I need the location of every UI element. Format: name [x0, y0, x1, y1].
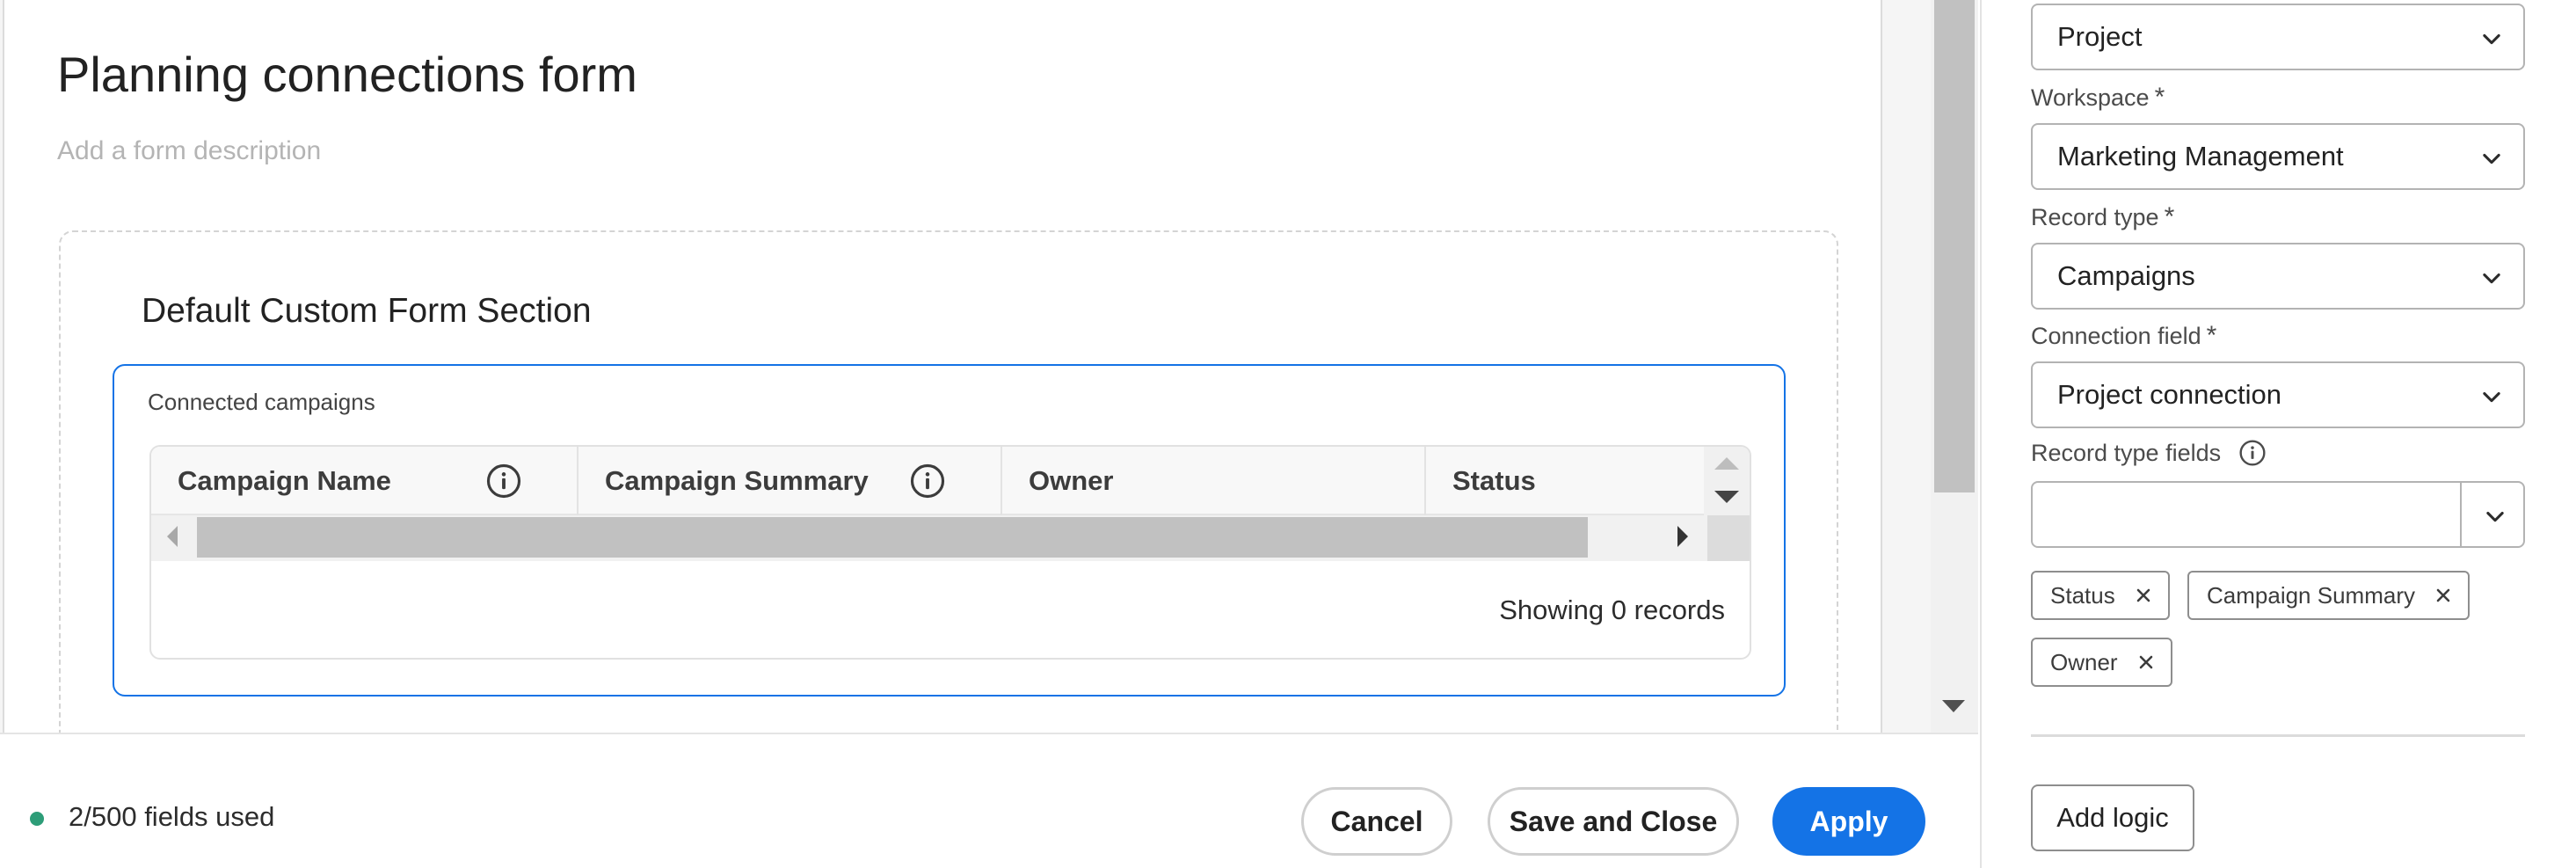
required-asterisk: * — [2154, 83, 2165, 112]
column-header-label: Campaign Name — [178, 465, 391, 496]
scroll-down-arrow-icon[interactable] — [1714, 491, 1739, 503]
field-properties-panel: Project Workspace * Marketing Management … — [1982, 0, 2576, 868]
label-text: Record type fields — [2031, 440, 2222, 466]
close-icon[interactable] — [2133, 585, 2154, 606]
scroll-up-arrow-icon[interactable] — [1714, 457, 1739, 470]
form-canvas: Planning connections form Add a form des… — [0, 0, 1978, 733]
column-header-label: Owner — [1029, 465, 1114, 496]
scrollbar-corner — [1707, 515, 1750, 561]
chevron-down-icon — [2483, 391, 2500, 403]
column-header-owner[interactable]: Owner — [1002, 447, 1426, 515]
close-icon[interactable] — [2136, 652, 2157, 673]
column-header-label: Status — [1452, 465, 1536, 496]
info-icon[interactable] — [2238, 439, 2267, 467]
select-value: Marketing Management — [2057, 141, 2344, 171]
connected-records-widget[interactable]: Connected campaigns Campaign Name Campai… — [113, 364, 1786, 697]
connection-field-label: Connection field * — [2031, 321, 2216, 351]
form-card: Planning connections form Add a form des… — [3, 0, 1882, 733]
tag-label: Owner — [2050, 648, 2118, 675]
form-section: Default Custom Form Section Connected ca… — [59, 230, 1838, 733]
records-count: Showing 0 records — [1499, 594, 1725, 625]
scroll-down-arrow-icon[interactable] — [1942, 700, 1965, 712]
workspace-label: Workspace * — [2031, 83, 2165, 113]
required-asterisk: * — [2206, 321, 2217, 350]
record-type-label: Record type * — [2031, 202, 2174, 232]
record-type-select[interactable]: Campaigns — [2031, 243, 2525, 310]
save-and-close-button[interactable]: Save and Close — [1488, 787, 1739, 856]
table-header: Campaign Name Campaign Summary Owner Sta… — [151, 447, 1707, 515]
chevron-down-icon[interactable] — [2483, 504, 2507, 529]
canvas-vertical-scrollbar[interactable] — [1931, 0, 1978, 733]
close-icon[interactable] — [2433, 585, 2454, 606]
required-asterisk: * — [2164, 202, 2175, 231]
table-horizontal-scrollbar[interactable] — [151, 515, 1750, 561]
label-text: Workspace — [2031, 84, 2150, 111]
form-title[interactable]: Planning connections form — [57, 46, 637, 103]
tag-label: Campaign Summary — [2207, 581, 2415, 609]
label-text: Record type — [2031, 204, 2159, 230]
object-type-select[interactable]: Project — [2031, 4, 2525, 70]
table-vertical-scrollbar[interactable] — [1704, 447, 1750, 515]
add-logic-button[interactable]: Add logic — [2031, 784, 2194, 851]
status-dot-icon — [30, 812, 44, 826]
connected-records-table: Campaign Name Campaign Summary Owner Sta… — [149, 445, 1751, 660]
chevron-down-icon — [2483, 153, 2500, 164]
column-header-campaign-summary[interactable]: Campaign Summary — [579, 447, 1002, 515]
select-value: Project connection — [2057, 379, 2282, 410]
section-title[interactable]: Default Custom Form Section — [142, 292, 592, 331]
record-type-fields-label: Record type fields — [2031, 440, 2267, 467]
info-icon[interactable] — [485, 463, 522, 500]
select-value: Project — [2057, 21, 2143, 52]
form-description-input[interactable]: Add a form description — [57, 136, 321, 166]
info-icon[interactable] — [909, 463, 946, 500]
scroll-left-arrow-icon[interactable] — [167, 526, 178, 547]
chevron-down-icon — [2483, 273, 2500, 284]
label-text: Connection field — [2031, 323, 2201, 349]
column-header-label: Campaign Summary — [605, 465, 869, 496]
widget-label: Connected campaigns — [148, 389, 375, 415]
workspace-select[interactable]: Marketing Management — [2031, 123, 2525, 190]
record-type-fields-combobox[interactable] — [2031, 481, 2525, 548]
scrollbar-thumb[interactable] — [1934, 0, 1975, 492]
scrollbar-thumb[interactable] — [197, 517, 1588, 558]
field-tag-owner: Owner — [2031, 638, 2172, 687]
column-header-status[interactable]: Status — [1426, 447, 1707, 515]
apply-button[interactable]: Apply — [1772, 787, 1925, 856]
form-footer: 2/500 fields used Cancel Save and Close … — [0, 733, 1978, 868]
connection-field-select[interactable]: Project connection — [2031, 361, 2525, 428]
chevron-down-icon — [2483, 33, 2500, 45]
field-tag-campaign-summary: Campaign Summary — [2187, 571, 2470, 620]
select-value: Campaigns — [2057, 260, 2195, 291]
cancel-button[interactable]: Cancel — [1301, 787, 1452, 856]
field-tag-status: Status — [2031, 571, 2170, 620]
tag-label: Status — [2050, 581, 2115, 609]
fields-used-counter: 2/500 fields used — [69, 801, 275, 832]
scroll-right-arrow-icon[interactable] — [1677, 526, 1688, 547]
combobox-divider — [2460, 483, 2462, 546]
panel-divider-line — [2031, 734, 2525, 737]
column-header-campaign-name[interactable]: Campaign Name — [151, 447, 579, 515]
